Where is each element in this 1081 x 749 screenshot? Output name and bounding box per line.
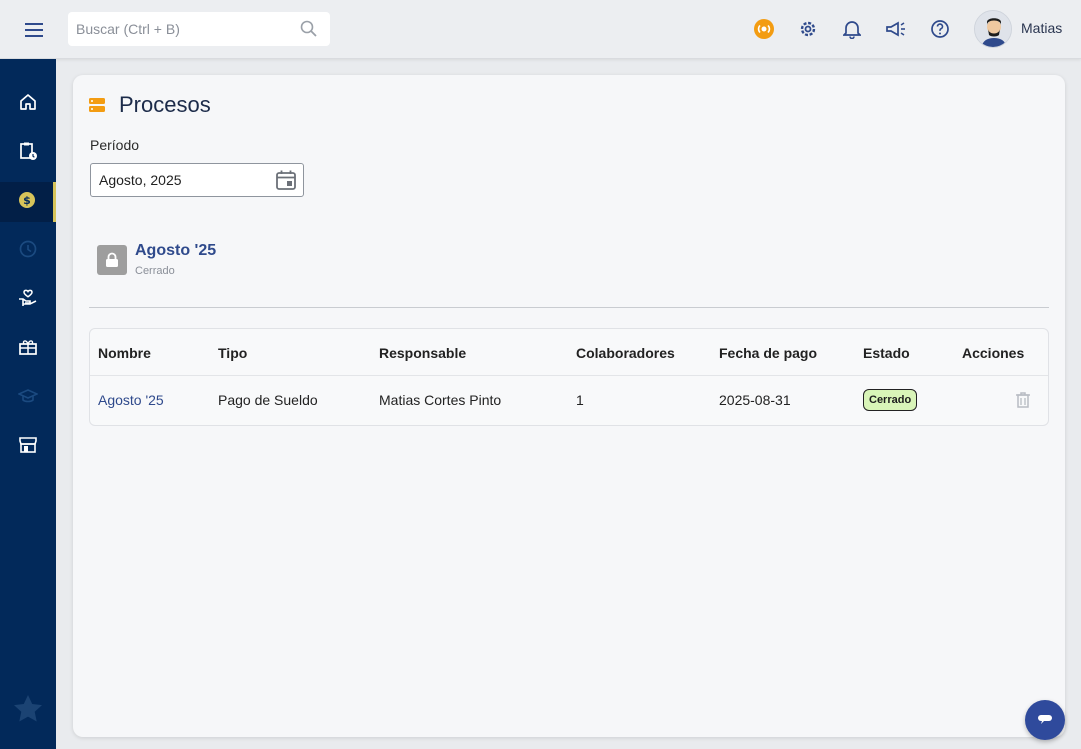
trash-icon[interactable]: [1015, 391, 1031, 409]
server-icon: [89, 97, 105, 113]
store-icon: [18, 436, 38, 459]
chat-icon: [1037, 711, 1053, 729]
process-table: Nombre Tipo Responsable Colaboradores Fe…: [89, 328, 1049, 426]
dollar-coin-icon: $: [18, 191, 36, 214]
user-name[interactable]: Matias: [1021, 20, 1062, 36]
avatar[interactable]: [974, 10, 1012, 48]
divider: [89, 307, 1049, 308]
row-nombre-link[interactable]: Agosto '25: [98, 392, 164, 408]
calendar-icon[interactable]: [275, 169, 297, 191]
search-input[interactable]: [68, 12, 288, 46]
star-icon[interactable]: [12, 693, 44, 725]
gift-box-icon: [18, 338, 38, 361]
row-divider: [90, 375, 1048, 376]
megaphone-icon[interactable]: [884, 17, 908, 41]
col-header-fecha: Fecha de pago: [719, 345, 818, 361]
sidebar-item-benefits[interactable]: [0, 280, 56, 320]
bell-icon[interactable]: [840, 17, 864, 41]
main-card: Procesos Período Agosto '25 Cerrado Nomb…: [73, 75, 1065, 737]
sidebar-item-training[interactable]: [0, 378, 56, 418]
col-header-tipo: Tipo: [218, 345, 248, 361]
live-icon[interactable]: [752, 17, 776, 41]
process-card[interactable]: Agosto '25 Cerrado: [97, 242, 257, 283]
clock-icon: [19, 240, 37, 263]
chat-button[interactable]: [1025, 700, 1065, 740]
clipboard-clock-icon: [18, 141, 38, 166]
svg-text:$: $: [23, 194, 31, 207]
help-icon[interactable]: [928, 17, 952, 41]
status-badge: Cerrado: [863, 389, 918, 411]
sidebar-item-home[interactable]: [0, 84, 56, 124]
sidebar-item-store[interactable]: [0, 427, 56, 467]
col-header-estado: Estado: [863, 345, 910, 361]
gear-icon[interactable]: [796, 17, 820, 41]
row-fecha: 2025-08-31: [719, 392, 791, 408]
top-bar: Matias: [0, 0, 1081, 59]
row-tipo: Pago de Sueldo: [218, 392, 318, 408]
search-box: [68, 12, 330, 46]
menu-icon[interactable]: [22, 18, 46, 42]
home-icon: [19, 93, 37, 116]
graduation-cap-icon: [17, 388, 39, 409]
sidebar-item-rewards[interactable]: [0, 329, 56, 369]
sidebar: $: [0, 59, 56, 749]
hand-heart-icon: [18, 288, 38, 313]
col-header-responsable: Responsable: [379, 345, 467, 361]
lock-icon: [97, 245, 127, 275]
col-header-colaboradores: Colaboradores: [576, 345, 675, 361]
col-header-nombre: Nombre: [98, 345, 151, 361]
page-title: Procesos: [119, 92, 211, 117]
sidebar-item-payroll[interactable]: $: [0, 182, 56, 222]
period-label: Período: [90, 137, 140, 153]
row-colaboradores: 1: [576, 392, 584, 408]
period-field: [90, 163, 304, 197]
process-status: Cerrado: [135, 265, 175, 277]
search-icon[interactable]: [300, 20, 318, 43]
row-responsable: Matias Cortes Pinto: [379, 392, 502, 408]
period-input[interactable]: [91, 164, 271, 196]
sidebar-item-attendance[interactable]: [0, 133, 56, 173]
sidebar-item-time[interactable]: [0, 231, 56, 271]
col-header-acciones: Acciones: [962, 345, 1025, 361]
process-name[interactable]: Agosto '25: [135, 242, 216, 260]
